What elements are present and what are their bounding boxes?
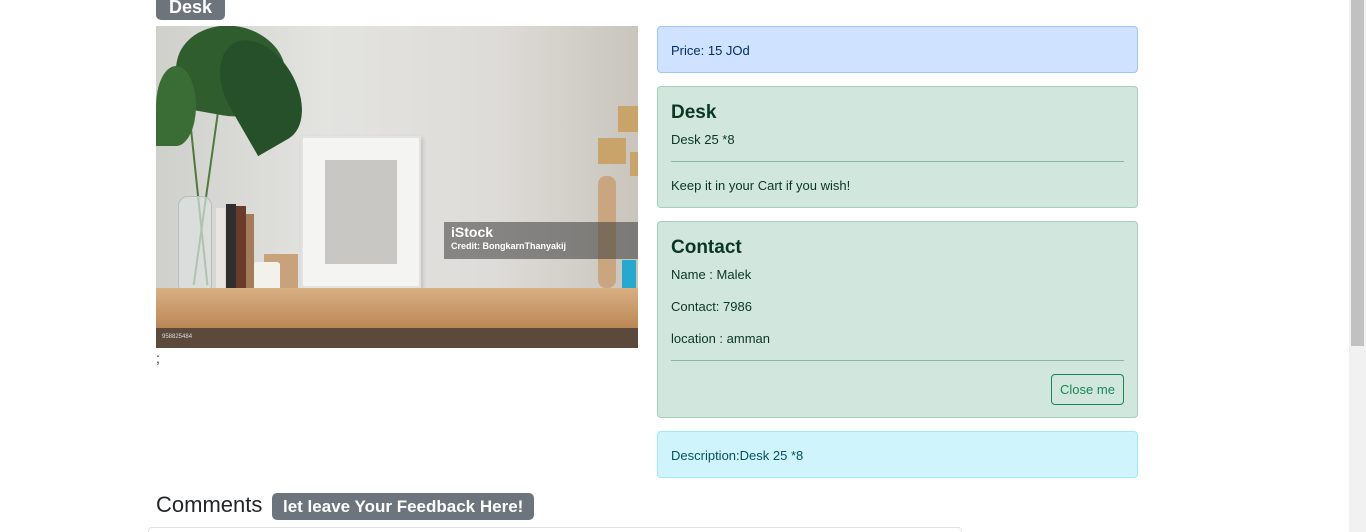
feedback-badge: let leave Your Feedback Here! — [272, 493, 535, 520]
price-alert: Price: 15 JOd — [657, 26, 1138, 73]
divider — [671, 360, 1124, 361]
stray-text: ; — [156, 350, 160, 366]
desk-card-message: Keep it in your Cart if you wish! — [671, 178, 851, 193]
image-watermark: iStock Credit: BongkarnThanyakij — [444, 222, 638, 259]
contact-name: Name : Malek — [671, 267, 752, 282]
stock-id: 958825484 — [162, 334, 193, 340]
price-text: Price: 15 JOd — [671, 43, 750, 58]
watermark-credit: Credit: BongkarnThanyakij — [451, 241, 567, 251]
desk-card-heading: Desk — [671, 102, 717, 123]
comment-input[interactable] — [148, 527, 962, 532]
contact-card-heading: Contact — [671, 237, 742, 258]
comments-heading: Comments — [156, 492, 263, 517]
product-title-badge: Desk — [156, 0, 226, 20]
description-alert: Description:Desk 25 *8 — [657, 431, 1138, 478]
watermark-brand: iStock — [451, 224, 494, 240]
scrollbar-thumb[interactable] — [1351, 0, 1364, 346]
close-button[interactable]: Close me — [1051, 374, 1124, 405]
page-scrollbar[interactable] — [1349, 0, 1366, 532]
product-image: iStock Credit: BongkarnThanyakij 9588254… — [156, 26, 638, 348]
contact-number: Contact: 7986 — [671, 299, 752, 314]
product-page: Desk iStock Credit: BongkarnThanyakij 95… — [0, 0, 1366, 532]
divider — [671, 161, 1124, 162]
description-text: Description:Desk 25 *8 — [671, 448, 804, 463]
contact-card: Contact Name : Malek Contact: 7986 locat… — [657, 221, 1138, 418]
desk-card: Desk Desk 25 *8 Keep it in your Cart if … — [657, 86, 1138, 208]
contact-location: location : amman — [671, 331, 770, 346]
desk-card-subtitle: Desk 25 *8 — [671, 132, 735, 147]
